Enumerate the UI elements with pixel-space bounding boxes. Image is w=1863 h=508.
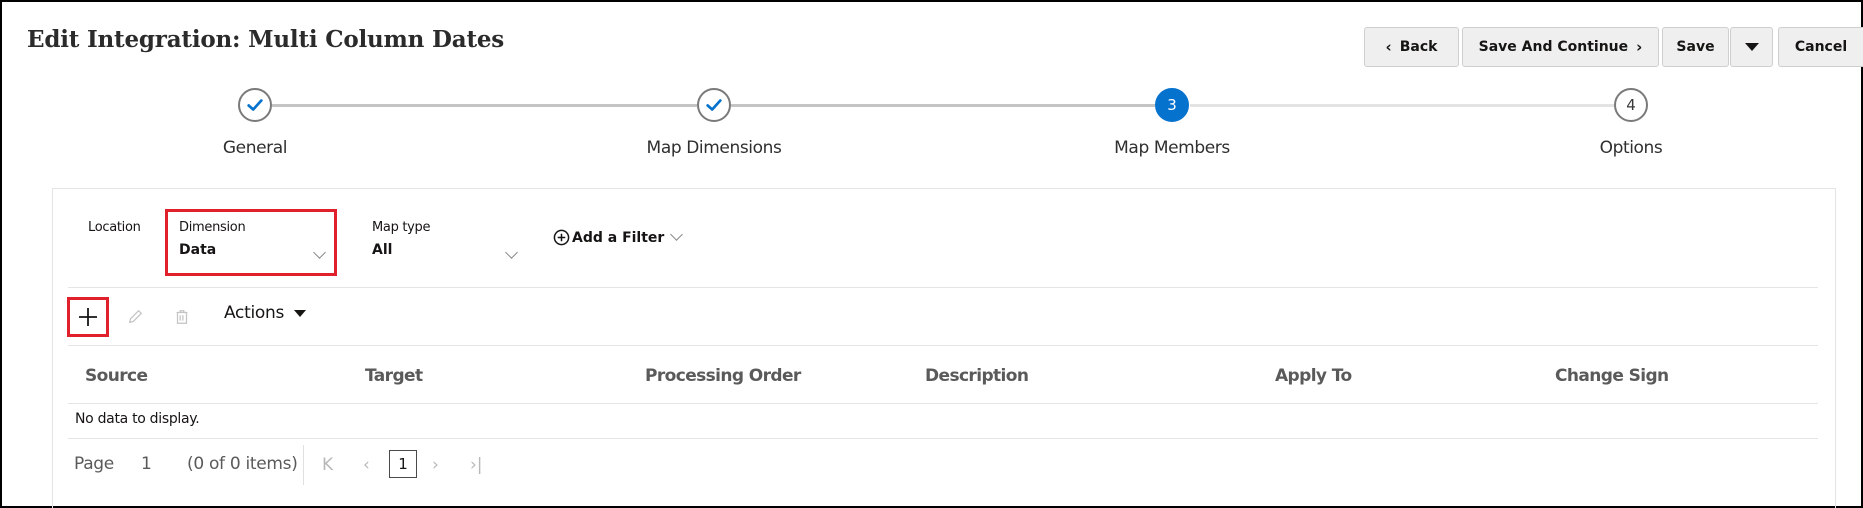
cancel-button[interactable]: Cancel	[1778, 27, 1863, 67]
chevron-right-icon: ›	[1636, 38, 1643, 56]
train-connector	[1190, 104, 1614, 107]
items-summary: (0 of 0 items)	[187, 454, 298, 474]
actions-label: Actions	[224, 303, 284, 323]
delete-button[interactable]	[167, 302, 197, 332]
add-row-button[interactable]	[73, 302, 103, 332]
map-type-select[interactable]: All	[372, 242, 522, 262]
first-page-icon[interactable]: K	[322, 455, 333, 475]
back-button[interactable]: ‹ Back	[1364, 27, 1459, 67]
train-step-map-members[interactable]: 3	[1155, 88, 1189, 122]
column-header-description[interactable]: Description	[925, 366, 1029, 386]
last-page-icon[interactable]: ›|	[470, 455, 483, 475]
trash-icon	[176, 310, 188, 324]
page-label: Page	[74, 454, 114, 474]
empty-table-message: No data to display.	[75, 411, 200, 427]
train-step-label: General	[222, 138, 288, 158]
page-title: Edit Integration: Multi Column Dates	[27, 26, 505, 53]
divider	[68, 345, 1818, 346]
divider	[68, 403, 1818, 404]
map-type-label: Map type	[372, 220, 431, 235]
caret-down-icon	[294, 309, 306, 317]
train-step-general[interactable]	[238, 88, 272, 122]
checkmark-icon	[247, 99, 263, 111]
add-circle-icon	[553, 229, 570, 246]
train-step-map-dimensions[interactable]	[697, 88, 731, 122]
train-connector	[731, 104, 1155, 107]
step-number: 3	[1167, 96, 1177, 114]
save-label: Save	[1676, 39, 1715, 55]
location-filter[interactable]: Location	[88, 220, 141, 235]
pagination-divider	[303, 445, 304, 485]
train-step-label: Map Members	[1114, 138, 1230, 158]
add-filter-button[interactable]: Add a Filter	[553, 228, 684, 246]
column-header-apply-to[interactable]: Apply To	[1275, 366, 1352, 386]
add-filter-label: Add a Filter	[572, 229, 665, 246]
page-number-text: 1	[141, 454, 152, 474]
pencil-icon	[128, 310, 142, 324]
divider	[68, 438, 1818, 439]
edit-button[interactable]	[120, 302, 150, 332]
column-header-processing-order[interactable]: Processing Order	[645, 366, 801, 386]
previous-page-icon[interactable]: ‹	[363, 455, 370, 475]
divider	[68, 287, 1818, 288]
caret-down-icon	[1744, 43, 1759, 51]
save-and-continue-button[interactable]: Save And Continue ›	[1462, 27, 1659, 67]
back-label: Back	[1399, 39, 1438, 55]
column-header-target[interactable]: Target	[365, 366, 423, 386]
column-header-change-sign[interactable]: Change Sign	[1555, 366, 1669, 386]
step-number: 4	[1626, 96, 1636, 114]
checkmark-icon	[706, 99, 722, 111]
train-connector	[272, 104, 697, 107]
dimension-label: Dimension	[179, 220, 246, 235]
next-page-icon[interactable]: ›	[432, 455, 439, 475]
save-options-dropdown-button[interactable]	[1730, 27, 1773, 67]
cancel-label: Cancel	[1794, 39, 1848, 55]
save-and-continue-label: Save And Continue	[1478, 39, 1629, 55]
save-button[interactable]: Save	[1662, 27, 1729, 67]
current-page-input[interactable]: 1	[389, 450, 417, 478]
train-step-options[interactable]: 4	[1614, 88, 1648, 122]
train-step-label: Map Dimensions	[646, 138, 782, 158]
actions-menu-button[interactable]: Actions	[224, 303, 306, 323]
column-header-source[interactable]: Source	[85, 366, 148, 386]
dimension-select[interactable]: Data	[179, 242, 329, 262]
plus-icon	[79, 308, 97, 326]
train-step-label: Options	[1599, 138, 1663, 158]
chevron-left-icon: ‹	[1385, 38, 1392, 56]
